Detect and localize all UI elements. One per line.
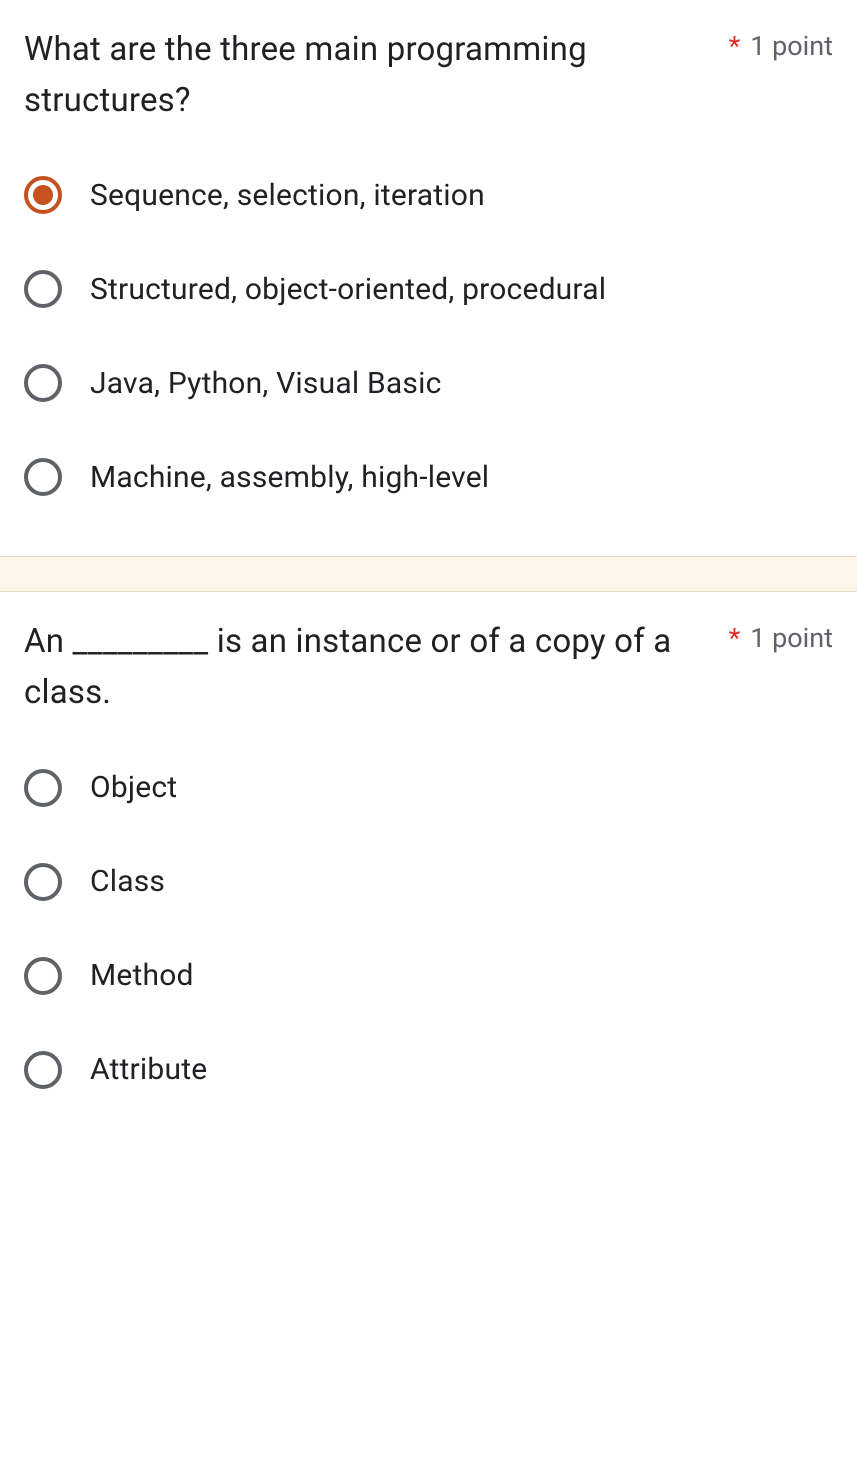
radio-button-icon[interactable] xyxy=(24,458,62,496)
card-divider xyxy=(0,556,857,592)
required-star-icon: * xyxy=(729,622,741,654)
option-label: Structured, object-oriented, procedural xyxy=(90,272,606,307)
option-label: Attribute xyxy=(90,1052,207,1087)
option-label: Java, Python, Visual Basic xyxy=(90,366,442,401)
question-header: What are the three main programming stru… xyxy=(24,24,833,126)
option-row[interactable]: Java, Python, Visual Basic xyxy=(24,364,833,402)
points-area: * 1 point xyxy=(729,616,833,654)
points-text: 1 point xyxy=(750,30,833,62)
radio-button-icon[interactable] xyxy=(24,364,62,402)
required-star-icon: * xyxy=(729,30,741,62)
options-list: Sequence, selection, iteration Structure… xyxy=(24,176,833,496)
option-row[interactable]: Machine, assembly, high-level xyxy=(24,458,833,496)
option-row[interactable]: Class xyxy=(24,863,833,901)
option-label: Method xyxy=(90,958,194,993)
radio-button-icon[interactable] xyxy=(24,176,62,214)
question-card-2: An _________ is an instance or of a copy… xyxy=(0,592,857,1148)
option-row[interactable]: Object xyxy=(24,769,833,807)
option-row[interactable]: Attribute xyxy=(24,1051,833,1089)
radio-button-icon[interactable] xyxy=(24,863,62,901)
option-label: Class xyxy=(90,864,165,899)
radio-button-icon[interactable] xyxy=(24,769,62,807)
points-text: 1 point xyxy=(750,622,833,654)
option-row[interactable]: Structured, object-oriented, procedural xyxy=(24,270,833,308)
question-card-1: What are the three main programming stru… xyxy=(0,0,857,556)
option-label: Machine, assembly, high-level xyxy=(90,460,489,495)
options-list: Object Class Method Attribute xyxy=(24,769,833,1089)
question-text: What are the three main programming stru… xyxy=(24,24,729,126)
option-row[interactable]: Method xyxy=(24,957,833,995)
radio-button-icon[interactable] xyxy=(24,270,62,308)
question-text: An _________ is an instance or of a copy… xyxy=(24,616,729,718)
radio-button-icon[interactable] xyxy=(24,957,62,995)
radio-button-icon[interactable] xyxy=(24,1051,62,1089)
option-row[interactable]: Sequence, selection, iteration xyxy=(24,176,833,214)
option-label: Sequence, selection, iteration xyxy=(90,178,485,213)
question-header: An _________ is an instance or of a copy… xyxy=(24,616,833,718)
points-area: * 1 point xyxy=(729,24,833,62)
option-label: Object xyxy=(90,770,177,805)
